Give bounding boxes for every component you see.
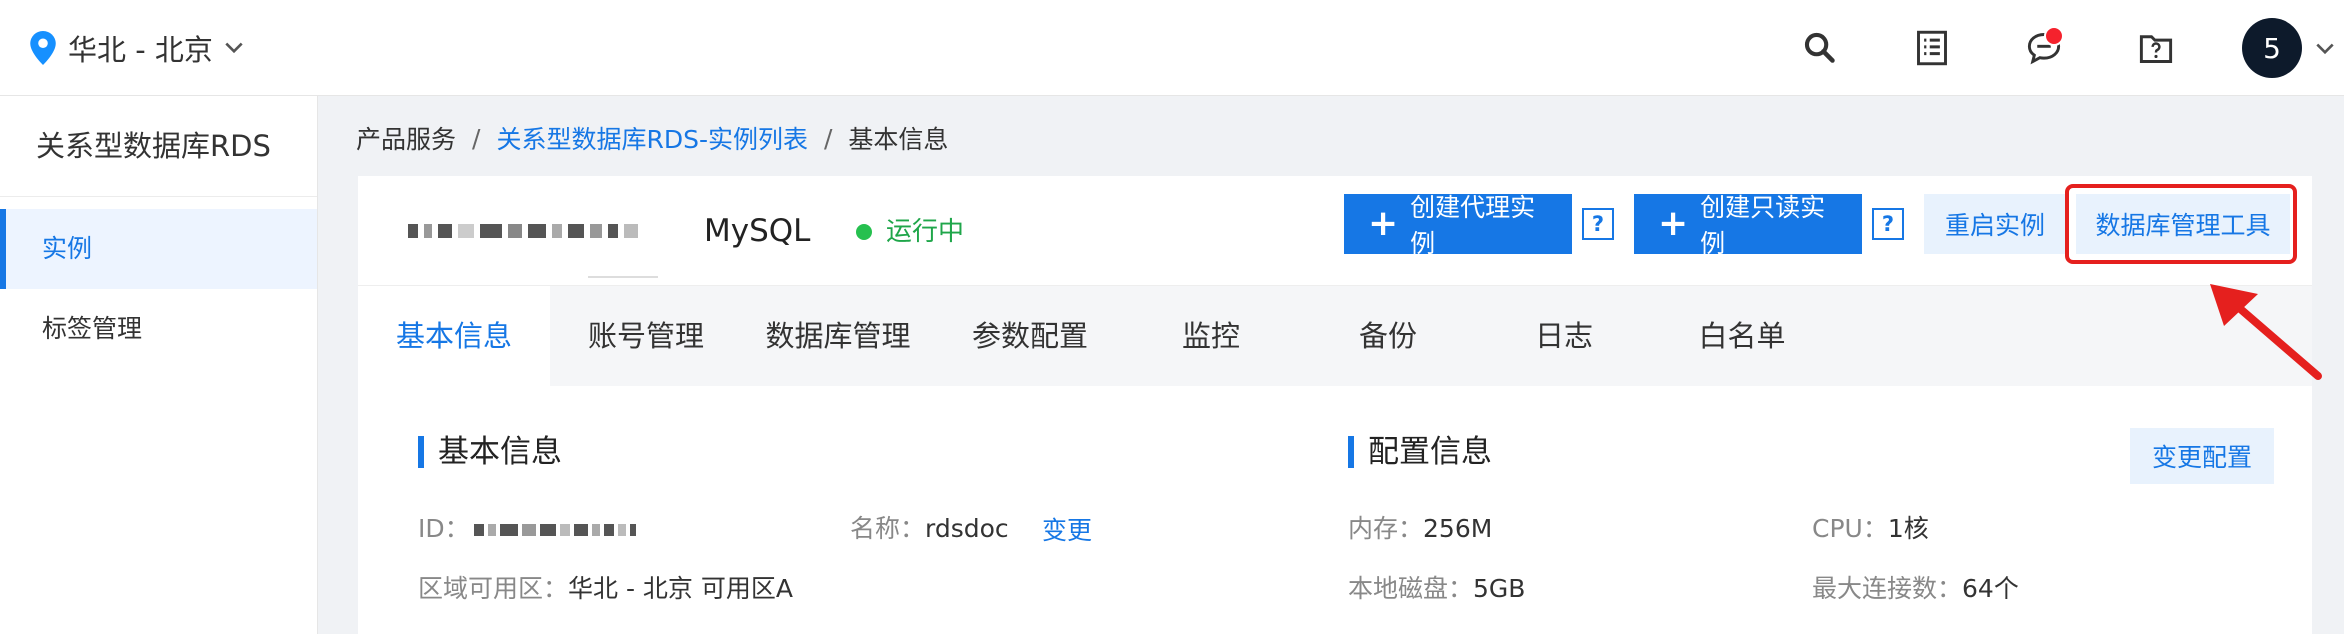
sidebar-item-label: 标签管理 (42, 314, 143, 343)
highlight-box (2065, 184, 2297, 264)
change-name-link[interactable]: 变更 (1042, 514, 1092, 548)
create-readonly-instance-button[interactable]: + 创建只读实例 (1634, 193, 1862, 258)
breadcrumb-instance-list-link[interactable]: 关系型数据库RDS-实例列表 (496, 120, 808, 156)
disk-row: 本地磁盘：5GB (1348, 572, 1525, 606)
instance-engine: MySQL (704, 213, 811, 249)
create-proxy-help-icon[interactable]: ? (1582, 208, 1614, 240)
name-label: 名称： (850, 514, 926, 543)
restart-instance-button[interactable]: 重启实例 (1924, 194, 2066, 254)
document-list-icon (1917, 30, 1947, 66)
folder-help-button[interactable] (2132, 24, 2180, 72)
breadcrumb-root[interactable]: 产品服务 (356, 120, 456, 156)
detail-tabs: 基本信息 账号管理 数据库管理 参数配置 监控 备份 日志 白名单 (358, 286, 2312, 386)
instance-id-value-masked (473, 524, 636, 536)
instance-id-row: ID： (418, 512, 636, 546)
button-label: 变更配置 (2151, 443, 2252, 472)
zone-row: 区域可用区：华北 - 北京 可用区A (418, 572, 793, 606)
zone-value: 华北 - 北京 可用区A (568, 574, 793, 603)
region-selector[interactable]: 华北 - 北京 (30, 22, 245, 74)
tab-logs[interactable]: 日志 (1480, 286, 1648, 386)
plus-icon: + (1658, 203, 1689, 244)
message-button[interactable] (2020, 24, 2068, 72)
help-glyph: ? (1591, 212, 1605, 236)
max-connections-row: 最大连接数：64个 (1812, 572, 2019, 606)
instance-name-row: 名称：rdsdoc (850, 512, 1009, 546)
status-badge: 运行中 (856, 214, 964, 250)
breadcrumb: 产品服务 / 关系型数据库RDS-实例列表 / 基本信息 (356, 118, 948, 158)
name-value: rdsdoc (925, 514, 1009, 543)
location-pin-icon (30, 31, 56, 65)
annotation-arrow-icon (2210, 284, 2322, 380)
tab-backup[interactable]: 备份 (1296, 286, 1480, 386)
avatar-text: 5 (2263, 31, 2281, 65)
max-connections-value: 64个 (1962, 574, 2019, 603)
plus-icon: + (1368, 203, 1399, 244)
tab-database-management[interactable]: 数据库管理 (742, 286, 934, 386)
notification-badge (2044, 26, 2064, 46)
button-label: 创建只读实例 (1700, 193, 1826, 258)
instance-detail-card: MySQL 运行中 + 创建代理实例 ? + 创建只读实例 ? 重启实例 数据库… (358, 176, 2312, 634)
region-label: 华北 - 北京 (68, 33, 213, 67)
search-button[interactable] (1796, 24, 1844, 72)
disk-label: 本地磁盘： (1348, 574, 1474, 603)
zone-label: 区域可用区： (418, 574, 569, 603)
divider (588, 276, 658, 278)
status-dot-icon (856, 224, 872, 240)
sidebar-item-instances[interactable]: 实例 (0, 209, 317, 289)
memory-row: 内存：256M (1348, 512, 1492, 546)
tab-basic-info[interactable]: 基本信息 (358, 286, 550, 386)
instance-id-masked (408, 218, 650, 244)
sidebar-item-tag-management[interactable]: 标签管理 (0, 289, 317, 369)
cpu-row: CPU：1核 (1812, 512, 1929, 546)
instance-header: MySQL 运行中 + 创建代理实例 ? + 创建只读实例 ? 重启实例 数据库… (358, 176, 2312, 286)
chevron-down-icon (225, 42, 243, 54)
tab-whitelist[interactable]: 白名单 (1648, 286, 1836, 386)
create-proxy-instance-button[interactable]: + 创建代理实例 (1344, 193, 1572, 258)
create-readonly-help-icon[interactable]: ? (1872, 208, 1904, 240)
avatar[interactable]: 5 (2242, 18, 2302, 78)
sidebar: 关系型数据库RDS 实例 标签管理 (0, 96, 318, 634)
status-text: 运行中 (886, 217, 965, 247)
tab-monitoring[interactable]: 监控 (1126, 286, 1296, 386)
top-bar: 华北 - 北京 5 (0, 0, 2344, 96)
search-icon (1804, 32, 1835, 63)
memory-value: 256M (1423, 514, 1493, 543)
chevron-down-icon[interactable] (2314, 38, 2336, 60)
change-config-button[interactable]: 变更配置 (2130, 428, 2274, 484)
breadcrumb-current: 基本信息 (848, 125, 949, 154)
disk-value: 5GB (1473, 574, 1526, 603)
sidebar-item-label: 实例 (42, 234, 93, 263)
id-label: ID： (418, 514, 470, 543)
memory-label: 内存： (1348, 514, 1424, 543)
max-connections-label: 最大连接数： (1812, 574, 1963, 603)
config-info-section-title: 配置信息 (1348, 432, 1492, 472)
breadcrumb-separator: / (823, 123, 833, 153)
cpu-label: CPU： (1812, 514, 1888, 543)
cpu-value: 1核 (1887, 514, 1929, 543)
help-glyph: ? (1881, 212, 1895, 236)
button-label: 创建代理实例 (1410, 193, 1536, 258)
button-label: 重启实例 (1944, 211, 2045, 240)
sidebar-title: 关系型数据库RDS (0, 96, 317, 197)
document-list-button[interactable] (1908, 24, 1956, 72)
breadcrumb-separator: / (472, 123, 481, 153)
tab-account-management[interactable]: 账号管理 (550, 286, 742, 386)
folder-help-icon (2139, 35, 2173, 63)
basic-info-section-title: 基本信息 (418, 432, 562, 472)
tab-parameter-config[interactable]: 参数配置 (934, 286, 1126, 386)
